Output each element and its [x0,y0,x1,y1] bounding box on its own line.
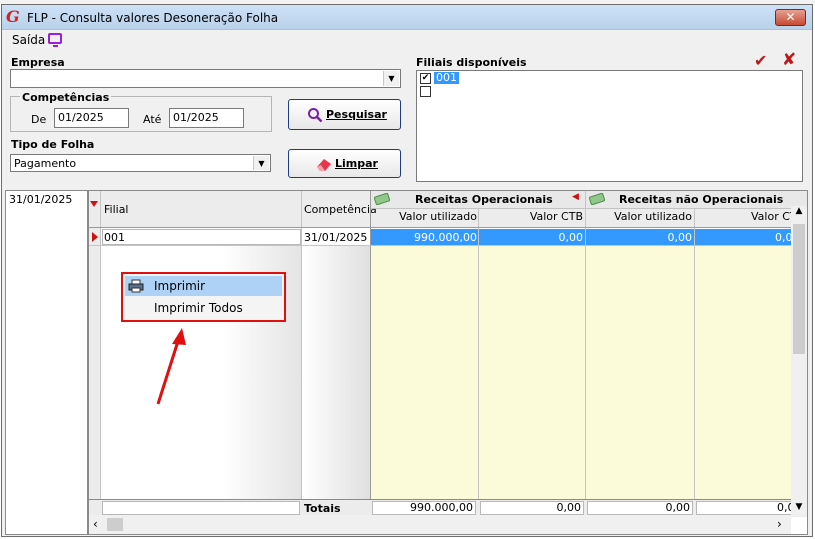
menu-item-imprimir-todos[interactable]: Imprimir Todos [125,298,282,318]
menu-saida[interactable]: Saída [12,33,45,47]
eraser-icon [317,159,331,171]
close-window-button[interactable]: ✕ [775,9,806,26]
grid-line [301,191,302,517]
tipo-folha-combo[interactable]: Pagamento ▼ [10,154,271,172]
scroll-left-icon[interactable]: ‹ [93,517,98,531]
totals-rno-ctb: 0,0 [696,501,792,515]
totals-ro-utilizado: 990.000,00 [372,501,476,515]
close-icon[interactable]: ✘ [782,50,796,70]
menu-item-imprimir[interactable]: Imprimir [125,276,282,296]
table-row-filial-cell[interactable]: 001 [102,229,301,245]
totals-rno-utilizado: 0,00 [587,501,693,515]
scroll-up-icon[interactable]: ▲ [793,206,805,216]
context-menu: Imprimir Imprimir Todos [121,272,286,322]
totals-ro-ctb: 0,00 [480,501,584,515]
group-header-receitas-nao-operacionais[interactable]: Receitas não Operacionais [586,191,807,209]
menu-item-label: Imprimir Todos [154,301,243,315]
grid-line [694,208,695,517]
col-header-competencia[interactable]: Competência [304,203,377,216]
filiais-label: Filiais disponíveis [416,56,527,69]
totals-filial-cell [102,501,300,515]
money-icon [374,193,390,205]
filiais-list: ✔ 001 [416,70,803,182]
data-grid: Filial Competência Receitas Operacionais… [88,190,808,535]
col-header-ro-valor-utilizado[interactable]: Valor utilizado [371,210,477,223]
app-logo-icon: G [6,7,20,26]
grid-line [370,191,371,517]
check-icon[interactable]: ✔ [754,51,767,70]
competencia-cell[interactable]: 31/01/2025 [304,231,367,244]
row-pointer-icon [92,232,98,242]
ate-field[interactable]: 01/2025 [169,108,244,128]
scroll-thumb[interactable] [793,224,805,354]
vertical-scrollbar[interactable]: ▲ ▼ [791,206,807,516]
col-header-filial[interactable]: Filial [104,203,129,216]
de-label: De [31,113,47,126]
competencias-label: Competências [20,91,112,104]
menu-item-label: Imprimir [154,279,206,293]
limpar-label: Limpar [335,157,378,170]
competencia-column-body [302,246,370,500]
totals-label: Totais [304,502,341,515]
monitor-icon[interactable] [48,33,62,47]
horizontal-scrollbar[interactable]: ‹ › [89,515,791,534]
de-field[interactable]: 01/2025 [54,108,129,128]
money-icon [589,193,605,205]
rno-utilizado-cell[interactable]: 0,00 [586,231,693,244]
sort-indicator-icon [90,201,98,207]
scroll-thumb[interactable] [107,518,123,531]
date-list-item[interactable]: 31/01/2025 [9,193,72,206]
ro-ctb-cell[interactable]: 0,00 [479,231,584,244]
chevron-down-icon[interactable]: ▼ [253,156,269,170]
filial-item-label[interactable]: 001 [434,72,459,84]
pesquisar-button[interactable]: Pesquisar [288,99,401,130]
limpar-button[interactable]: Limpar [288,149,401,178]
printer-icon [128,279,144,293]
date-list: 31/01/2025 [5,190,88,535]
ro-utilizado-cell[interactable]: 990.000,00 [371,231,477,244]
grid-line [89,227,807,228]
empresa-label: Empresa [11,56,65,69]
values-body [371,246,807,500]
group-header-receitas-operacionais[interactable]: Receitas Operacionais ◀ [371,191,585,209]
empresa-combo[interactable]: ▼ [10,69,401,88]
filial-checkbox-2[interactable] [420,86,431,97]
col-header-ro-valor-ctb[interactable]: Valor CTB [479,210,583,223]
rno-ctb-cell[interactable]: 0,0 [695,231,806,244]
scroll-down-icon[interactable]: ▼ [793,502,805,512]
scroll-right-icon[interactable]: › [777,517,782,531]
col-header-rno-valor-ctb[interactable]: Valor CTB [695,210,806,223]
caret-left-icon[interactable]: ◀ [572,192,579,202]
grid-line [585,191,586,517]
row-indicator [89,229,101,245]
search-icon [308,108,323,123]
tipo-folha-label: Tipo de Folha [11,138,95,151]
grid-line [478,208,479,517]
filial-value: 001 [104,231,125,244]
tipo-folha-value: Pagamento [14,157,77,170]
ate-label: Até [143,113,162,126]
group1-label: Receitas Operacionais [415,193,553,206]
window-title: FLP - Consulta valores Desoneração Folha [27,11,279,25]
col-header-rno-valor-utilizado[interactable]: Valor utilizado [586,210,692,223]
pesquisar-label: Pesquisar [326,108,387,121]
filial-checkbox-001[interactable]: ✔ [420,73,431,84]
annotation-arrow [156,328,186,405]
chevron-down-icon[interactable]: ▼ [383,71,399,86]
grid-line [89,245,807,246]
group2-label: Receitas não Operacionais [619,193,784,206]
